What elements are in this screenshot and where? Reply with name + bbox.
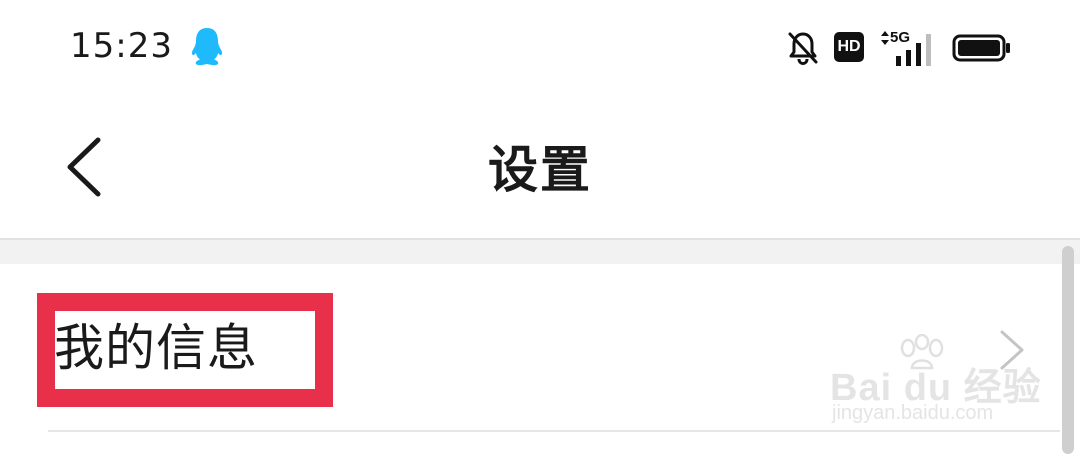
status-icons: HD 5G <box>786 28 1026 68</box>
network-type: 5G <box>890 29 911 46</box>
hd-icon: HD <box>834 32 864 62</box>
qq-icon <box>191 28 223 66</box>
scrollbar[interactable] <box>1062 246 1074 454</box>
highlight-annotation <box>37 293 333 407</box>
nav-bar: 设置 <box>0 96 1080 238</box>
status-bar: 15:23 HD 5G <box>0 0 1080 96</box>
watermark-url: jingyan.baidu.com <box>832 402 994 424</box>
status-time: 15:23 <box>70 26 173 66</box>
watermark: Bai du 经验 jingyan.baidu.com <box>826 334 1041 434</box>
page-title: 设置 <box>488 141 592 199</box>
battery-icon <box>952 34 1010 62</box>
bell-off-icon <box>788 32 818 66</box>
section-divider <box>0 238 1080 264</box>
